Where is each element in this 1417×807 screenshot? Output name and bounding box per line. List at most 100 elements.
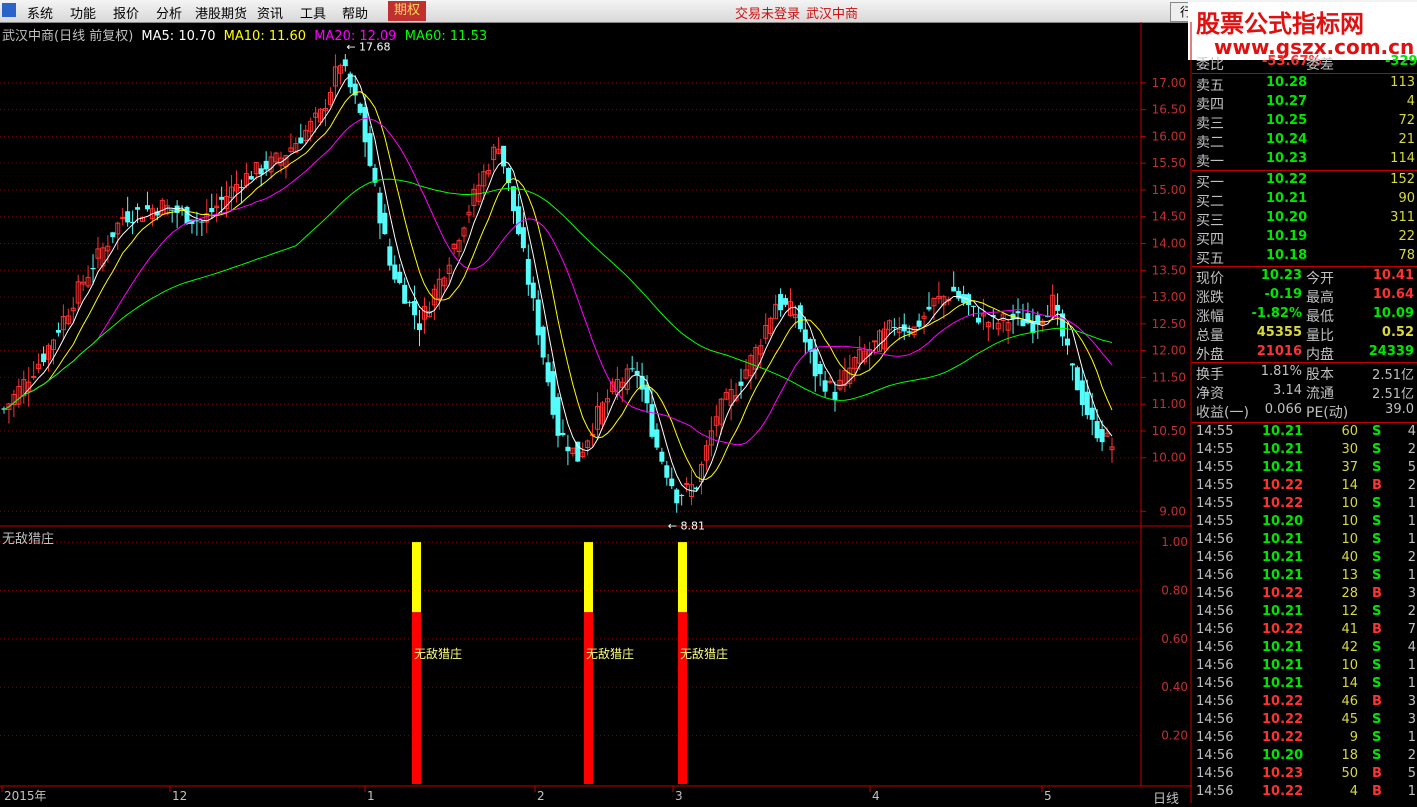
tick-time: 14:56	[1196, 658, 1234, 673]
tick-side: S	[1372, 658, 1382, 673]
price-tick-label: 11.50	[1152, 370, 1186, 384]
candle-down	[822, 380, 828, 392]
tick-volume: 42	[1341, 640, 1358, 655]
candle-down	[41, 353, 47, 363]
tick-side: S	[1372, 712, 1382, 727]
candle-up	[120, 217, 126, 220]
tick-side: S	[1372, 550, 1382, 565]
candle-down	[392, 264, 398, 280]
period-label[interactable]: 日线	[1153, 788, 1179, 807]
sell-level-price: 10.28	[1266, 75, 1308, 90]
time-label: 1	[367, 789, 375, 803]
candle-down	[1055, 304, 1061, 311]
buy-level-volume: 78	[1398, 248, 1415, 263]
candle-down	[906, 331, 912, 333]
tick-time: 14:55	[1196, 478, 1234, 493]
candle-down	[545, 362, 551, 383]
price-tick-label: 12.50	[1152, 317, 1186, 331]
tick-row: 14:56 10.21 40 S 2	[1196, 550, 1416, 568]
weicha-label: 委差	[1306, 57, 1334, 73]
signal-bar-yellow	[412, 542, 421, 613]
candle-down	[199, 221, 205, 223]
stat-label: 最高	[1306, 290, 1334, 306]
candle-down	[367, 133, 373, 166]
tick-price: 10.21	[1262, 568, 1304, 583]
candle-down	[664, 465, 670, 478]
candle-up	[872, 340, 878, 343]
tick-count: 3	[1407, 694, 1416, 709]
tick-time: 14:55	[1196, 442, 1234, 457]
tick-side: S	[1372, 730, 1382, 745]
stat-label: PE(动)	[1306, 405, 1349, 421]
tick-time: 14:56	[1196, 568, 1234, 583]
tick-row: 14:56 10.22 45 S 3	[1196, 712, 1416, 730]
candle-down	[649, 404, 655, 437]
candle-down	[209, 207, 215, 213]
quote-divider	[1192, 73, 1417, 74]
tick-volume: 10	[1341, 658, 1358, 673]
stat-value: 1.81%	[1260, 364, 1302, 379]
candle-down	[575, 441, 581, 462]
buy-level-volume: 311	[1390, 210, 1415, 225]
candle-down	[916, 320, 922, 327]
tick-volume: 10	[1341, 496, 1358, 511]
stat-label: 量比	[1306, 328, 1334, 344]
tick-side: S	[1372, 424, 1382, 439]
tick-price: 10.21	[1262, 460, 1304, 475]
sell-level-price: 10.25	[1266, 113, 1308, 128]
tick-volume: 50	[1341, 766, 1358, 781]
tick-side: S	[1372, 460, 1382, 475]
tick-time: 14:56	[1196, 748, 1234, 763]
buy-level-label: 买四	[1196, 232, 1224, 248]
candle-down	[891, 326, 897, 328]
tick-price: 10.22	[1262, 478, 1304, 493]
candle-down	[565, 446, 571, 452]
tick-volume: 28	[1341, 586, 1358, 601]
candle-down	[382, 212, 388, 235]
price-tick-label: 12.00	[1152, 344, 1186, 358]
stat-label: 今开	[1306, 271, 1334, 287]
tick-time: 14:56	[1196, 676, 1234, 691]
tick-volume: 14	[1341, 478, 1358, 493]
candle-down	[1035, 315, 1041, 325]
signal-bar-red	[678, 612, 687, 784]
stat-value: 0.52	[1381, 325, 1414, 340]
tick-price: 10.21	[1262, 676, 1304, 691]
candle-down	[55, 330, 61, 333]
candle-down	[184, 206, 190, 224]
candle-down	[659, 451, 665, 462]
candle-down	[248, 176, 254, 180]
tick-count: 1	[1407, 730, 1416, 745]
kline-chart[interactable]: 17.00 16.50 16.00 15.50 15.00 14.50 14.00 13.50…	[0, 0, 1192, 803]
candle-down	[674, 489, 680, 504]
tick-count: 1	[1407, 532, 1416, 547]
tick-side: S	[1372, 532, 1382, 547]
stat-value: 3.14	[1273, 383, 1302, 398]
tick-price: 10.23	[1262, 766, 1304, 781]
tick-count: 7	[1407, 622, 1416, 637]
tick-time: 14:56	[1196, 622, 1234, 637]
candle-down	[530, 282, 536, 299]
candle-down	[1069, 363, 1075, 366]
quote-divider	[1192, 422, 1417, 423]
candle-down	[238, 187, 244, 189]
tick-count: 3	[1407, 586, 1416, 601]
tick-count: 2	[1407, 550, 1416, 565]
price-tick-label: 11.00	[1152, 397, 1186, 411]
sell-level-label: 卖五	[1196, 78, 1224, 94]
signal-bar-yellow	[584, 542, 593, 613]
candle-down	[362, 107, 368, 143]
tick-side: S	[1372, 568, 1382, 583]
tick-volume: 60	[1341, 424, 1358, 439]
tick-volume: 46	[1341, 694, 1358, 709]
time-label: 2015年	[4, 789, 47, 803]
indicator-tick-label: 0.20	[1161, 729, 1188, 743]
tick-volume: 12	[1341, 604, 1358, 619]
tick-side: B	[1372, 784, 1382, 799]
candle-down	[778, 294, 784, 311]
candle-down	[550, 371, 556, 415]
candle-down	[387, 246, 393, 266]
candle-down	[1020, 319, 1026, 327]
candle-down	[219, 196, 225, 200]
chart-header: 武汉中商(日线 前复权) MA5: 10.70 MA10: 11.60 MA20…	[2, 25, 487, 44]
